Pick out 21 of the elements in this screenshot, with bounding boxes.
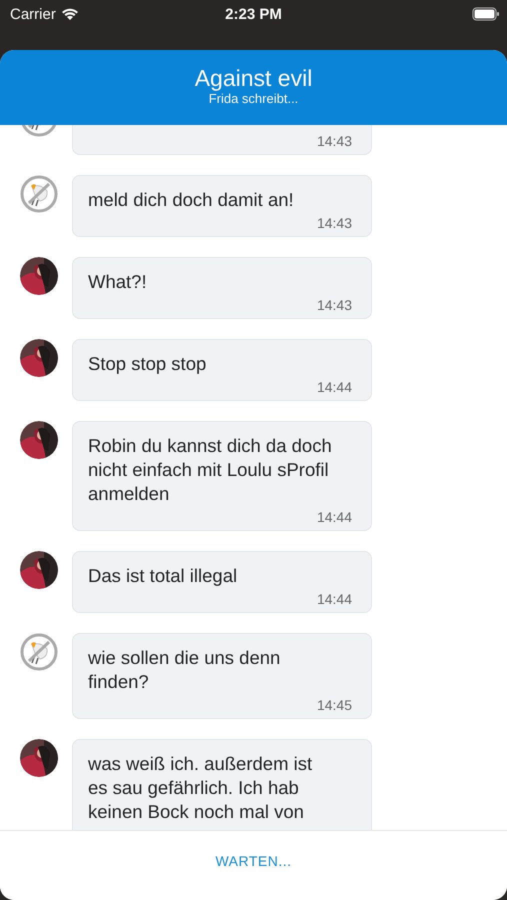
message-text: Das ist total illegal <box>88 564 238 588</box>
typing-status: Frida schreibt... <box>208 90 298 106</box>
message-time: 14:43 <box>316 214 352 232</box>
message-time: 14:45 <box>316 696 352 714</box>
message-time: 14:44 <box>316 590 352 608</box>
message-text: was weiß ich. außerdem ist es sau gefährlich. Ich hab keinen Bock noch mal von <box>88 752 314 824</box>
message-time: 14:44 <box>316 378 352 396</box>
clock-time: 2:23 PM <box>225 6 282 22</box>
message-time: 14:43 <box>316 296 352 314</box>
carrier-label: Carrier <box>10 6 56 22</box>
message-text: Robin du kannst dich da doch nicht einfach mit Loulu sProfil anmelden <box>88 434 333 506</box>
chat-title: Against evil <box>194 64 312 90</box>
wait-button[interactable]: WARTEN... <box>205 846 302 874</box>
message-time: 14:44 <box>316 508 352 526</box>
message-time: 14:43 <box>316 132 352 150</box>
message-text: What?! <box>88 270 148 294</box>
wifi-icon <box>60 7 79 21</box>
message-text: meld dich doch damit an! <box>88 188 295 212</box>
battery-icon <box>472 7 500 21</box>
message-text: wie sollen die uns denn finden? <box>88 646 282 694</box>
message-text: Stop stop stop <box>88 352 208 376</box>
